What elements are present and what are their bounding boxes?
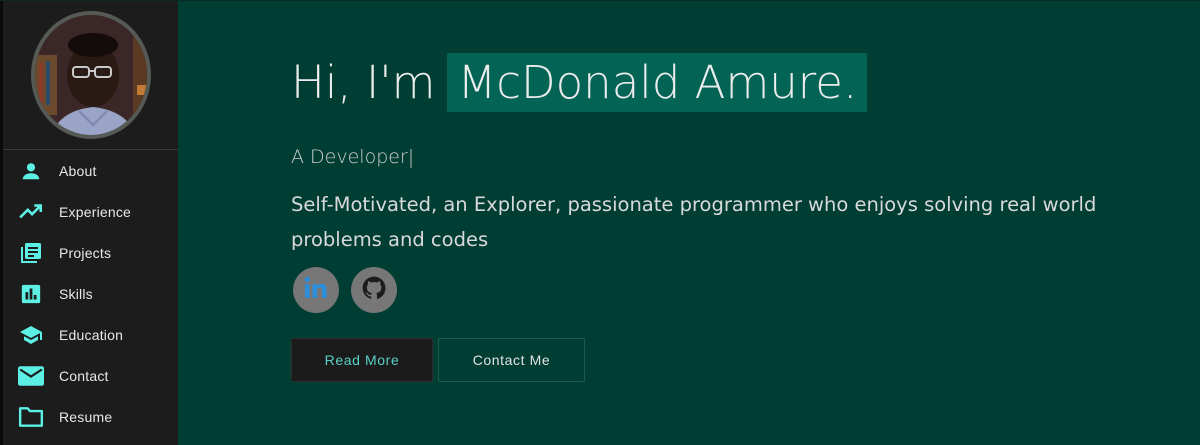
sidebar-item-label: Resume	[59, 408, 113, 425]
library-books-icon	[17, 239, 45, 267]
read-more-button[interactable]: Read More	[291, 338, 433, 382]
sidebar-item-label: Contact	[59, 367, 109, 384]
school-icon	[17, 321, 45, 349]
role-text: A Developer|	[291, 146, 415, 168]
avatar-container	[3, 1, 178, 150]
mail-icon	[17, 362, 45, 390]
bar-chart-icon	[17, 280, 45, 308]
sidebar-item-label: About	[59, 162, 97, 179]
greeting-text: Hi, I'm	[291, 56, 436, 109]
contact-me-button[interactable]: Contact Me	[438, 338, 585, 382]
github-icon	[361, 275, 387, 306]
person-icon	[17, 157, 45, 185]
page: About Experience Projects Skills Educati…	[0, 0, 1200, 445]
folder-icon	[17, 403, 45, 431]
linkedin-link[interactable]	[293, 267, 339, 313]
sidebar-item-projects[interactable]: Projects	[3, 232, 178, 273]
sidebar-item-education[interactable]: Education	[3, 314, 178, 355]
sidebar-item-experience[interactable]: Experience	[3, 191, 178, 232]
sidebar-item-contact[interactable]: Contact	[3, 355, 178, 396]
sidebar-item-label: Projects	[59, 244, 112, 261]
github-link[interactable]	[351, 267, 397, 313]
cta-buttons: Read More Contact Me	[291, 338, 585, 382]
sidebar-item-resume[interactable]: Resume	[3, 396, 178, 437]
sidebar: About Experience Projects Skills Educati…	[0, 1, 178, 445]
sidebar-item-skills[interactable]: Skills	[3, 273, 178, 314]
social-links	[293, 267, 397, 313]
sidebar-item-label: Education	[59, 326, 124, 343]
avatar	[30, 11, 151, 139]
sidebar-item-about[interactable]: About	[3, 150, 178, 191]
sidebar-nav: About Experience Projects Skills Educati…	[3, 150, 178, 437]
tagline-text: Self-Motivated, an Explorer, passionate …	[291, 193, 1097, 251]
sidebar-item-label: Skills	[59, 285, 93, 302]
sidebar-item-label: Experience	[59, 203, 132, 220]
linkedin-icon	[303, 276, 329, 305]
name-highlight: McDonald Amure.	[447, 53, 868, 112]
trending-up-icon	[17, 198, 45, 226]
avatar-portrait	[34, 15, 147, 135]
hero-heading: Hi, I'm McDonald Amure.	[291, 53, 868, 112]
